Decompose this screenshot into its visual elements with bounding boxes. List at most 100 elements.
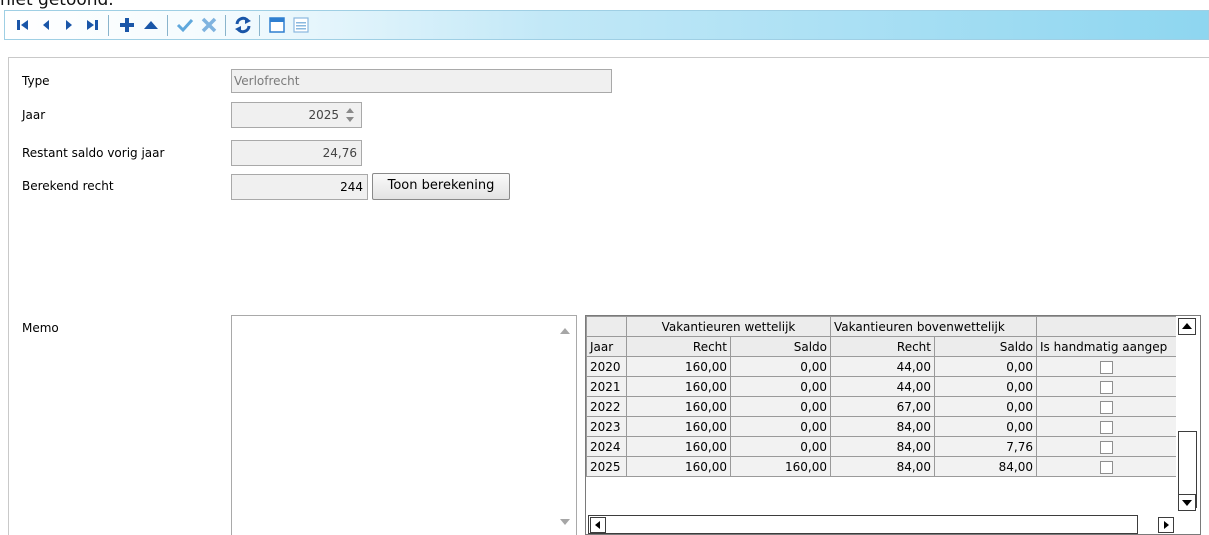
toolbar-separator bbox=[108, 15, 109, 36]
memo-label: Memo bbox=[22, 321, 59, 335]
jaar-spinner[interactable]: 2025 bbox=[231, 102, 362, 128]
last-record-icon[interactable] bbox=[80, 13, 104, 37]
cell-handmatig[interactable] bbox=[1036, 396, 1177, 417]
toolbar-separator bbox=[167, 15, 168, 36]
restant-label: Restant saldo vorig jaar bbox=[22, 146, 165, 160]
cell-handmatig[interactable] bbox=[1036, 416, 1177, 437]
type-label: Type bbox=[22, 74, 50, 88]
cell-handmatig[interactable] bbox=[1036, 456, 1177, 477]
restant-field[interactable]: 24,76 bbox=[231, 140, 362, 166]
cell-w-saldo[interactable]: 160,00 bbox=[730, 456, 831, 477]
cell-b-saldo[interactable]: 7,76 bbox=[934, 436, 1037, 457]
table-row[interactable]: 2022 160,00 0,00 67,00 0,00 bbox=[586, 396, 1177, 417]
jaar-label: Jaar bbox=[22, 108, 46, 122]
toolbar bbox=[4, 10, 1209, 40]
add-icon[interactable] bbox=[115, 13, 139, 37]
cell-b-saldo[interactable]: 0,00 bbox=[934, 356, 1037, 377]
cell-w-recht[interactable]: 160,00 bbox=[626, 436, 731, 457]
restant-value: 24,76 bbox=[322, 146, 357, 160]
confirm-icon[interactable] bbox=[173, 13, 197, 37]
cell-b-recht[interactable]: 84,00 bbox=[830, 436, 935, 457]
cell-b-recht[interactable]: 44,00 bbox=[830, 376, 935, 397]
memo-textarea[interactable] bbox=[231, 315, 577, 535]
verlof-grid[interactable]: Vakantieuren wettelijk Vakantieuren bove… bbox=[585, 315, 1201, 535]
cell-b-saldo[interactable]: 0,00 bbox=[934, 416, 1037, 437]
column-header-saldo[interactable]: Saldo bbox=[730, 336, 831, 357]
cell-jaar[interactable]: 2024 bbox=[586, 436, 627, 457]
cell-handmatig[interactable] bbox=[1036, 376, 1177, 397]
memo-scroll-up-icon[interactable] bbox=[560, 324, 570, 338]
memo-scroll-down-icon[interactable] bbox=[560, 515, 570, 529]
cell-jaar[interactable]: 2021 bbox=[586, 376, 627, 397]
cell-b-saldo[interactable]: 0,00 bbox=[934, 396, 1037, 417]
group-header-wettelijk: Vakantieuren wettelijk bbox=[626, 316, 831, 337]
cell-w-saldo[interactable]: 0,00 bbox=[730, 436, 831, 457]
cell-w-saldo[interactable]: 0,00 bbox=[730, 376, 831, 397]
spinner-arrows-icon[interactable] bbox=[345, 106, 355, 127]
scroll-down-button[interactable] bbox=[1178, 494, 1196, 511]
cell-b-recht[interactable]: 84,00 bbox=[830, 456, 935, 477]
column-header-recht[interactable]: Recht bbox=[830, 336, 935, 357]
cell-b-recht[interactable]: 84,00 bbox=[830, 416, 935, 437]
handmatig-checkbox[interactable] bbox=[1100, 440, 1113, 454]
cancel-icon[interactable] bbox=[197, 13, 221, 37]
toon-berekening-button[interactable]: Toon berekening bbox=[372, 173, 510, 200]
column-header-handmatig[interactable]: Is handmatig aangep bbox=[1036, 336, 1177, 357]
handmatig-checkbox[interactable] bbox=[1100, 360, 1113, 374]
window-icon[interactable] bbox=[265, 13, 289, 37]
cell-b-saldo[interactable]: 0,00 bbox=[934, 376, 1037, 397]
cell-w-saldo[interactable]: 0,00 bbox=[730, 396, 831, 417]
group-header-bovenwettelijk: Vakantieuren bovenwettelijk bbox=[830, 316, 1037, 337]
cell-jaar[interactable]: 2023 bbox=[586, 416, 627, 437]
table-row[interactable]: 2023 160,00 0,00 84,00 0,00 bbox=[586, 416, 1177, 437]
group-header-empty bbox=[586, 316, 627, 337]
cropped-text: niet getoond. bbox=[0, 0, 114, 10]
cell-w-recht[interactable]: 160,00 bbox=[626, 376, 731, 397]
berekend-label: Berekend recht bbox=[22, 179, 114, 193]
cell-handmatig[interactable] bbox=[1036, 356, 1177, 377]
type-field[interactable]: Verlofrecht bbox=[231, 69, 612, 93]
jaar-value: 2025 bbox=[308, 108, 339, 122]
group-header-empty bbox=[1036, 316, 1177, 337]
table-row[interactable]: 2024 160,00 0,00 84,00 7,76 bbox=[586, 436, 1177, 457]
column-header-recht[interactable]: Recht bbox=[626, 336, 731, 357]
panel-border-left bbox=[8, 57, 9, 535]
panel-border bbox=[8, 57, 1209, 58]
cell-handmatig[interactable] bbox=[1036, 436, 1177, 457]
cell-w-recht[interactable]: 160,00 bbox=[626, 456, 731, 477]
cell-jaar[interactable]: 2020 bbox=[586, 356, 627, 377]
cell-jaar[interactable]: 2025 bbox=[586, 456, 627, 477]
cell-w-recht[interactable]: 160,00 bbox=[626, 356, 731, 377]
column-header-saldo[interactable]: Saldo bbox=[934, 336, 1037, 357]
cell-w-saldo[interactable]: 0,00 bbox=[730, 356, 831, 377]
cell-b-recht[interactable]: 44,00 bbox=[830, 356, 935, 377]
horizontal-scrollbar[interactable] bbox=[588, 515, 1138, 534]
scroll-right-button[interactable] bbox=[1158, 517, 1174, 533]
cell-w-saldo[interactable]: 0,00 bbox=[730, 416, 831, 437]
table-row[interactable]: 2025 160,00 160,00 84,00 84,00 bbox=[586, 456, 1177, 477]
handmatig-checkbox[interactable] bbox=[1100, 380, 1113, 394]
grid-table: Vakantieuren wettelijk Vakantieuren bove… bbox=[586, 316, 1177, 477]
first-record-icon[interactable] bbox=[11, 13, 35, 37]
toolbar-separator bbox=[225, 15, 226, 36]
cell-b-recht[interactable]: 67,00 bbox=[830, 396, 935, 417]
handmatig-checkbox[interactable] bbox=[1100, 460, 1113, 474]
berekend-value: 244 bbox=[340, 180, 363, 194]
previous-record-icon[interactable] bbox=[34, 13, 58, 37]
berekend-field[interactable]: 244 bbox=[231, 174, 368, 200]
scroll-left-button[interactable] bbox=[590, 517, 606, 533]
table-row[interactable]: 2021 160,00 0,00 44,00 0,00 bbox=[586, 376, 1177, 397]
handmatig-checkbox[interactable] bbox=[1100, 420, 1113, 434]
next-record-icon[interactable] bbox=[57, 13, 81, 37]
cell-w-recht[interactable]: 160,00 bbox=[626, 396, 731, 417]
refresh-icon[interactable] bbox=[231, 13, 255, 37]
cell-jaar[interactable]: 2022 bbox=[586, 396, 627, 417]
list-view-icon[interactable] bbox=[289, 13, 313, 37]
move-up-icon[interactable] bbox=[139, 13, 163, 37]
cell-b-saldo[interactable]: 84,00 bbox=[934, 456, 1037, 477]
column-header-jaar[interactable]: Jaar bbox=[586, 336, 627, 357]
handmatig-checkbox[interactable] bbox=[1100, 400, 1113, 414]
cell-w-recht[interactable]: 160,00 bbox=[626, 416, 731, 437]
table-row[interactable]: 2020 160,00 0,00 44,00 0,00 bbox=[586, 356, 1177, 377]
scroll-up-button[interactable] bbox=[1178, 318, 1196, 335]
